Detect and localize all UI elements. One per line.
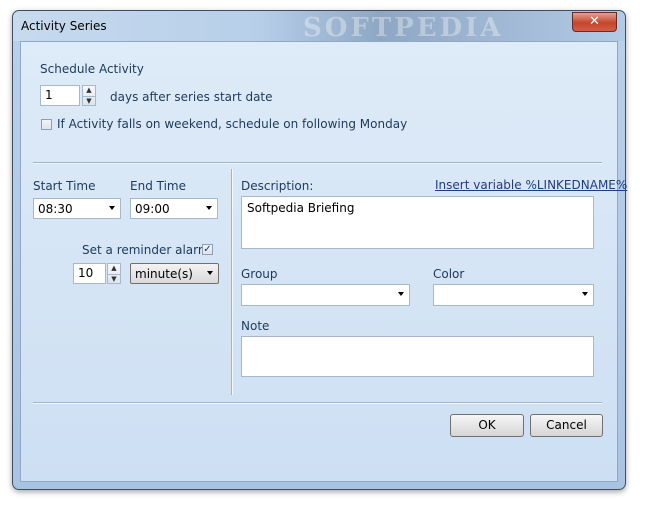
- ok-button[interactable]: OK: [450, 414, 524, 437]
- days-value: 1: [45, 88, 53, 102]
- chevron-down-icon: [207, 271, 213, 275]
- watermark-logo: SOFTPEDIA: [303, 13, 504, 43]
- reminder-unit-dropdown[interactable]: minute(s): [130, 263, 219, 284]
- close-button[interactable]: ✕: [572, 12, 617, 32]
- reminder-checkbox[interactable]: ✓: [202, 244, 213, 255]
- start-time-dropdown[interactable]: 08:30: [33, 198, 121, 219]
- spin-down-icon: ▼: [86, 96, 92, 105]
- end-time-label: End Time: [130, 179, 186, 193]
- spin-up-icon: ▲: [111, 264, 117, 272]
- reminder-spin-up[interactable]: ▲: [108, 264, 120, 274]
- dialog-body: Schedule Activity 1 ▲ ▼ days after serie…: [20, 41, 627, 482]
- dialog-window: Activity Series SOFTPEDIA ✕ Schedule Act…: [12, 10, 627, 490]
- start-time-label: Start Time: [33, 179, 96, 193]
- end-time-value: 09:00: [135, 202, 170, 216]
- reminder-amount-value: 10: [78, 266, 94, 280]
- description-label: Description:: [241, 179, 314, 193]
- reminder-unit-value: minute(s): [135, 267, 193, 281]
- reminder-spin-down[interactable]: ▼: [108, 273, 120, 284]
- reminder-label: Set a reminder alarm: [82, 243, 210, 257]
- days-input[interactable]: 1: [40, 85, 80, 106]
- description-textarea[interactable]: Softpedia Briefing: [241, 196, 594, 249]
- check-icon: ✓: [203, 244, 212, 255]
- title-bar[interactable]: Activity Series SOFTPEDIA ✕: [13, 11, 625, 43]
- description-value: Softpedia Briefing: [247, 201, 355, 215]
- days-spin-down[interactable]: ▼: [83, 95, 95, 106]
- reminder-amount-input[interactable]: 10: [73, 263, 106, 284]
- days-spin-up[interactable]: ▲: [83, 86, 95, 96]
- window-title: Activity Series: [21, 19, 107, 33]
- close-icon: ✕: [589, 14, 600, 29]
- chevron-down-icon: [206, 206, 212, 210]
- divider-vertical: [231, 169, 233, 395]
- reminder-spinner[interactable]: ▲ ▼: [107, 263, 121, 284]
- color-dropdown[interactable]: [433, 284, 594, 306]
- chevron-down-icon: [398, 292, 404, 296]
- spin-up-icon: ▲: [86, 86, 92, 94]
- spin-down-icon: ▼: [111, 274, 117, 283]
- note-label: Note: [241, 319, 270, 333]
- weekend-checkbox[interactable]: [41, 119, 52, 130]
- note-textarea[interactable]: [241, 336, 594, 377]
- group-dropdown[interactable]: [241, 284, 410, 306]
- chevron-down-icon: [582, 292, 588, 296]
- weekend-label: If Activity falls on weekend, schedule o…: [57, 117, 408, 131]
- group-label: Group: [241, 267, 278, 281]
- end-time-dropdown[interactable]: 09:00: [130, 198, 218, 219]
- days-spinner[interactable]: ▲ ▼: [82, 85, 96, 106]
- color-label: Color: [433, 267, 465, 281]
- divider-bottom: [33, 402, 602, 404]
- chevron-down-icon: [109, 206, 115, 210]
- days-label: days after series start date: [110, 90, 273, 104]
- cancel-button[interactable]: Cancel: [530, 414, 603, 437]
- divider-top: [33, 162, 602, 164]
- insert-variable-link[interactable]: Insert variable %LINKEDNAME%: [435, 178, 627, 192]
- schedule-heading: Schedule Activity: [40, 62, 144, 76]
- start-time-value: 08:30: [38, 202, 73, 216]
